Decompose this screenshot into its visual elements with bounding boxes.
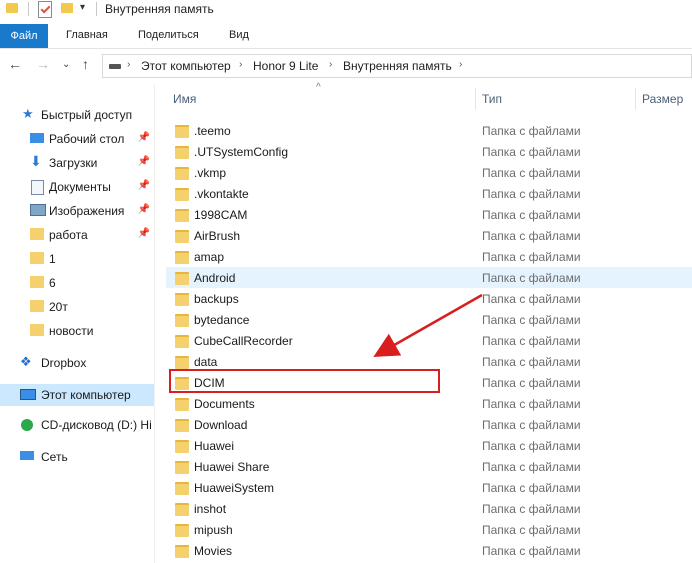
annotation-arrow (373, 293, 483, 357)
